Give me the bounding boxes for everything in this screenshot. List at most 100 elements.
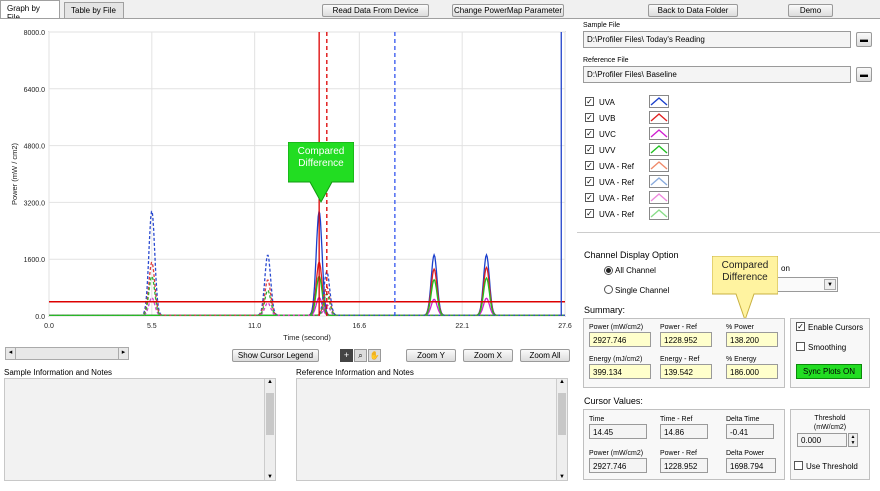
side-callout: Compared Difference (712, 256, 778, 322)
all-channel-radio[interactable] (604, 266, 613, 275)
sample-file-field[interactable]: D:\Profiler Files\ Today's Reading (583, 31, 851, 48)
legend-checkbox[interactable]: ✓ (585, 177, 594, 186)
summary-power-ref-label: Power - Ref (660, 324, 697, 331)
side-callout-text: Compared Difference (721, 260, 769, 283)
smoothing-checkbox[interactable] (796, 342, 805, 351)
cursor-power-ref-label: Power - Ref (660, 450, 697, 457)
legend-label: UVB (599, 114, 616, 123)
cursor-time-ref-field: 14.86 (660, 424, 708, 439)
legend-item: ✓ UVB (585, 111, 685, 125)
legend-label: UVC (599, 130, 616, 139)
crosshair-tool-icon[interactable]: + (340, 349, 353, 362)
scroll-down-icon[interactable]: ▼ (557, 474, 567, 480)
back-to-data-folder-button[interactable]: Back to Data Folder (648, 4, 738, 17)
all-channel-label: All Channel (615, 266, 656, 275)
legend-swatch-icon[interactable] (649, 159, 669, 172)
legend-swatch-icon[interactable] (649, 127, 669, 140)
sync-plots-button[interactable]: Sync Plots ON (796, 364, 862, 379)
reference-file-field[interactable]: D:\Profiler Files\ Baseline (583, 66, 851, 83)
tab-graph-by-file[interactable]: Graph by File (0, 0, 60, 22)
y-tick-label: 4800.0 (24, 144, 46, 151)
legend-swatch-icon[interactable] (649, 175, 669, 188)
legend-checkbox[interactable]: ✓ (585, 193, 594, 202)
scroll-thumb[interactable] (558, 393, 566, 435)
use-threshold-checkbox[interactable] (794, 461, 803, 470)
enable-cursors-checkbox[interactable]: ✓ (796, 322, 805, 331)
summary-pct-energy-field: 186.000 (726, 364, 778, 379)
x-tick-label: 11.0 (248, 323, 261, 330)
legend-item: ✓ UVV (585, 143, 685, 157)
cursor-time-field: 14.45 (589, 424, 647, 439)
legend-swatch-icon[interactable] (649, 95, 669, 108)
legend-swatch-icon[interactable] (649, 143, 669, 156)
scroll-thumb[interactable] (266, 393, 274, 435)
legend-label: UVA - Ref (599, 178, 634, 187)
y-tick-label: 6400.0 (24, 87, 46, 94)
scroll-left-icon[interactable]: ◂ (6, 348, 16, 359)
summary-energy-ref-label: Energy - Ref (660, 356, 700, 363)
sample-notes-label: Sample Information and Notes (4, 368, 113, 377)
cursor-delta-power-label: Delta Power (726, 450, 765, 457)
chevron-down-icon[interactable]: ▼ (824, 279, 836, 290)
show-cursor-legend-button[interactable]: Show Cursor Legend (232, 349, 319, 362)
legend-checkbox[interactable]: ✓ (585, 161, 594, 170)
legend-item: ✓ UVA - Ref (585, 175, 685, 189)
demo-button[interactable]: Demo (788, 4, 833, 17)
reference-notes-textarea[interactable]: ▲ ▼ (296, 378, 568, 481)
legend-checkbox[interactable]: ✓ (585, 145, 594, 154)
single-channel-label: Single Channel (615, 286, 670, 295)
zoom-tool-icon[interactable]: ⌕ (354, 349, 367, 362)
legend-item: ✓ UVA - Ref (585, 191, 685, 205)
scroll-up-icon[interactable]: ▲ (557, 379, 567, 385)
chart-scrollbar[interactable]: ◂ ▸ (5, 347, 129, 360)
summary-power-ref-field: 1228.952 (660, 332, 712, 347)
tab-table-by-file[interactable]: Table by File (64, 2, 124, 18)
legend-checkbox[interactable]: ✓ (585, 129, 594, 138)
sample-notes-scrollbar[interactable]: ▲ ▼ (264, 379, 275, 480)
channel-option-label: on (781, 264, 790, 273)
y-tick-label: 1600.0 (24, 257, 46, 264)
threshold-label: Threshold (mW/cm2) (813, 415, 847, 431)
change-powermap-button[interactable]: Change PowerMap Parameter (452, 4, 564, 17)
scroll-right-icon[interactable]: ▸ (118, 348, 128, 359)
cursor-power-ref-field: 1228.952 (660, 458, 708, 473)
zoom-y-button[interactable]: Zoom Y (406, 349, 456, 362)
sample-file-label: Sample File (583, 22, 620, 29)
zoom-x-button[interactable]: Zoom X (463, 349, 513, 362)
pan-hand-icon[interactable]: ✋ (368, 349, 381, 362)
use-threshold-label: Use Threshold (806, 462, 858, 471)
cursor-values-title: Cursor Values: (584, 396, 643, 406)
chart-callout: Compared Difference (288, 142, 354, 204)
reference-file-label: Reference File (583, 57, 629, 64)
legend-checkbox[interactable]: ✓ (585, 113, 594, 122)
single-channel-radio[interactable] (604, 285, 613, 294)
reference-folder-icon[interactable]: ▬ (856, 67, 872, 82)
channel-legend: ✓ UVA ✓ UVB ✓ UVC ✓ UVV ✓ UVA - Ref ✓ UVA - Ref ✓ UVA… (585, 95, 685, 225)
y-tick-label: 3200.0 (24, 200, 46, 207)
legend-swatch-icon[interactable] (649, 207, 669, 220)
legend-swatch-icon[interactable] (649, 111, 669, 124)
legend-item: ✓ UVC (585, 127, 685, 141)
summary-title: Summary: (584, 305, 626, 315)
reference-notes-scrollbar[interactable]: ▲ ▼ (556, 379, 567, 480)
legend-checkbox[interactable]: ✓ (585, 209, 594, 218)
cursor-delta-time-label: Delta Time (726, 416, 760, 423)
legend-label: UVA - Ref (599, 194, 634, 203)
scroll-down-icon[interactable]: ▼ (265, 474, 275, 480)
legend-item: ✓ UVA - Ref (585, 207, 685, 221)
legend-label: UVA - Ref (599, 210, 634, 219)
summary-energy-field: 399.134 (589, 364, 651, 379)
legend-checkbox[interactable]: ✓ (585, 97, 594, 106)
sample-folder-icon[interactable]: ▬ (856, 32, 872, 47)
cursor-delta-time-field: -0.41 (726, 424, 774, 439)
threshold-stepper[interactable]: ▲ ▼ (848, 433, 858, 447)
cursor-delta-power-field: 1698.794 (726, 458, 776, 473)
threshold-input[interactable]: 0.000 (797, 433, 847, 447)
sample-notes-textarea[interactable]: ▲ ▼ (4, 378, 276, 481)
x-tick-label: 27.6 (558, 323, 572, 330)
scroll-up-icon[interactable]: ▲ (265, 379, 275, 385)
read-data-button[interactable]: Read Data From Device (322, 4, 429, 17)
zoom-all-button[interactable]: Zoom All (520, 349, 570, 362)
legend-swatch-icon[interactable] (649, 191, 669, 204)
enable-cursors-label: Enable Cursors (808, 323, 864, 332)
